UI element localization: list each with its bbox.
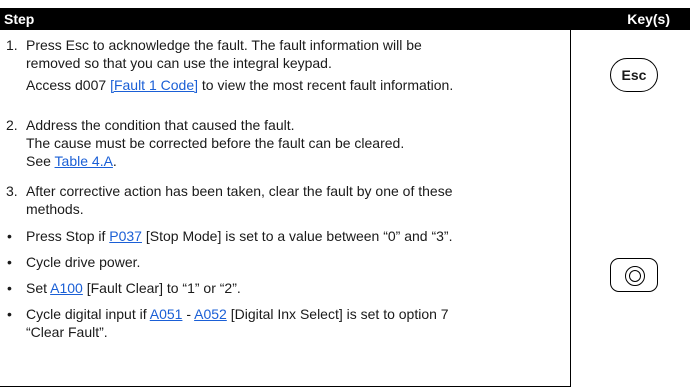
step-line: Press Esc to acknowledge the fault. The … bbox=[26, 37, 422, 53]
see-line: See Table 4.A. bbox=[26, 152, 566, 170]
step-text: After corrective action has been taken, … bbox=[26, 182, 566, 218]
bullet-text: Cycle digital input if A051 - A052 [Digi… bbox=[26, 305, 566, 341]
step-row-2: 2. Address the condition that caused the… bbox=[0, 116, 570, 176]
stop-key-icon bbox=[610, 258, 658, 292]
step-number: 1. bbox=[6, 37, 18, 53]
bullet-icon: • bbox=[7, 228, 12, 244]
step-line: After corrective action has been taken, … bbox=[26, 183, 453, 199]
access-suffix: to view the most recent fault informatio… bbox=[198, 77, 454, 93]
step-line: removed so that you can use the integral… bbox=[26, 55, 332, 71]
step-text: Address the condition that caused the fa… bbox=[26, 116, 566, 170]
bullet-icon: • bbox=[7, 254, 12, 270]
esc-key-icon: Esc bbox=[610, 58, 658, 92]
bullet-post: [Digital Inx Select] is set to option 7 bbox=[226, 306, 449, 322]
fault-1-code-link[interactable]: [Fault 1 Code] bbox=[110, 77, 198, 93]
bullet-text: Press Stop if P037 [Stop Mode] is set to… bbox=[26, 227, 566, 245]
bullet-line: Cycle digital input if A051 - A052 [Digi… bbox=[26, 305, 566, 323]
step-row-3: 3. After corrective action has been take… bbox=[0, 182, 570, 222]
bullet-pre: Press Stop if bbox=[26, 228, 110, 244]
step-line: The cause must be corrected before the f… bbox=[26, 135, 405, 151]
column-divider bbox=[570, 30, 571, 387]
bullet-item: • Cycle digital input if A051 - A052 [Di… bbox=[0, 305, 570, 345]
bullet-text: Cycle drive power. bbox=[26, 253, 566, 271]
p037-link[interactable]: P037 bbox=[109, 228, 142, 244]
bullet-pre: Cycle drive power. bbox=[26, 254, 141, 270]
step-number: 3. bbox=[6, 183, 18, 199]
keys-column-header: Key(s) bbox=[627, 11, 670, 27]
bullet-post: [Stop Mode] is set to a value between “0… bbox=[141, 228, 453, 244]
bullet-mid: - bbox=[182, 306, 195, 322]
bullet-item: • Press Stop if P037 [Stop Mode] is set … bbox=[0, 227, 570, 249]
bullet-pre: Cycle digital input if bbox=[26, 306, 150, 322]
fault-clearing-table: Step Key(s) 1. Press Esc to acknowledge … bbox=[0, 8, 690, 387]
bullet-item: • Set A100 [Fault Clear] to “1” or “2”. bbox=[0, 279, 570, 301]
step-line: methods. bbox=[26, 201, 84, 217]
bullet-pre: Set bbox=[26, 280, 51, 296]
step-line: Address the condition that caused the fa… bbox=[26, 117, 295, 133]
see-prefix: See bbox=[26, 153, 55, 169]
bullet-line: “Clear Fault”. bbox=[26, 324, 108, 340]
access-line: Access d007 [Fault 1 Code] to view the m… bbox=[26, 76, 566, 94]
a100-link[interactable]: A100 bbox=[50, 280, 83, 296]
bullet-text: Set A100 [Fault Clear] to “1” or “2”. bbox=[26, 279, 566, 297]
a052-link[interactable]: A052 bbox=[194, 306, 227, 322]
bullet-icon: • bbox=[7, 306, 12, 322]
table-4a-link[interactable]: Table 4.A bbox=[55, 153, 113, 169]
step-column-header: Step bbox=[4, 11, 35, 27]
step-row-1: 1. Press Esc to acknowledge the fault. T… bbox=[0, 36, 570, 96]
bullet-item: • Cycle drive power. bbox=[0, 253, 570, 275]
access-prefix: Access d007 bbox=[26, 77, 111, 93]
see-suffix: . bbox=[112, 153, 117, 169]
table-header: Step Key(s) bbox=[0, 8, 690, 30]
stop-ring-icon bbox=[625, 266, 645, 286]
a051-link[interactable]: A051 bbox=[150, 306, 183, 322]
step-number: 2. bbox=[6, 117, 18, 133]
bullet-icon: • bbox=[7, 280, 12, 296]
bullet-post: [Fault Clear] to “1” or “2”. bbox=[82, 280, 241, 296]
step-text: Press Esc to acknowledge the fault. The … bbox=[26, 36, 566, 94]
